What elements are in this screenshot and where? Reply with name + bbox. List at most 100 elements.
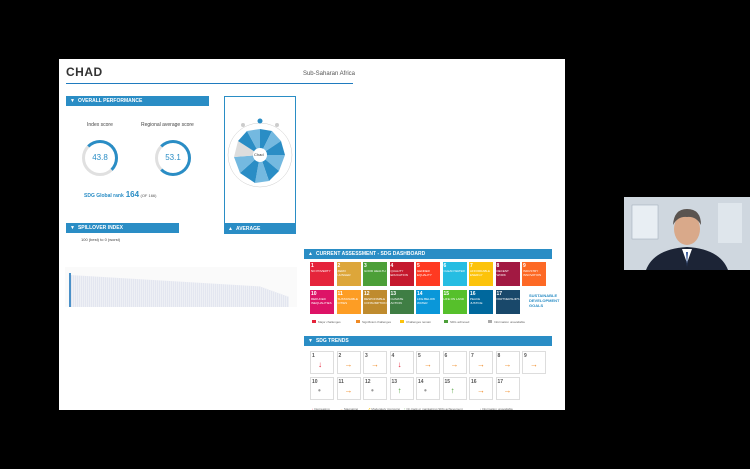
sdg-number: 8	[497, 353, 501, 359]
spillover-bar	[171, 281, 173, 307]
spillover-bar	[137, 279, 139, 307]
trend-arrow-icon: →	[371, 360, 379, 369]
presentation-slide: CHAD Sub-Saharan Africa ▼ OVERALL PERFORM…	[59, 59, 565, 410]
trend-tile-6[interactable]: 6 →	[442, 351, 467, 374]
triangle-down-icon: ▼	[70, 225, 75, 231]
sdg-tile-1[interactable]: 1 NO POVERTY	[310, 262, 334, 286]
sdg-number: 16	[471, 379, 477, 385]
sdg-number: 4	[391, 353, 395, 359]
spillover-subtitle: 100 (best) to 0 (worst)	[81, 237, 121, 242]
spillover-bar	[129, 278, 131, 307]
spillover-bar	[251, 285, 253, 307]
spillover-bar	[219, 284, 221, 307]
legend-item: Challenges remain	[400, 320, 431, 324]
trend-tile-11[interactable]: 11 →	[336, 377, 361, 400]
sdg-tile-15[interactable]: 15 LIFE ON LAND	[442, 290, 467, 314]
trend-arrow-icon: →	[477, 386, 485, 395]
trend-arrow-icon: →	[424, 360, 432, 369]
sdg-name: GOOD HEALTH	[364, 269, 386, 273]
trend-tile-2[interactable]: 2 →	[336, 351, 361, 374]
trend-tile-4[interactable]: 4 ↓	[389, 351, 414, 374]
trend-tile-1[interactable]: 1 ↓	[310, 351, 334, 374]
sdg-number: 3	[365, 353, 368, 359]
sdg-number: 5	[418, 353, 421, 359]
spillover-bar	[259, 286, 261, 307]
spillover-bar	[205, 283, 207, 307]
sdg-tile-16[interactable]: 16 PEACE JUSTICE	[469, 290, 493, 314]
sdg-tile-2[interactable]: 2 ZERO HUNGER	[336, 262, 361, 286]
country-title: CHAD	[66, 65, 103, 79]
sdg-tile-6[interactable]: 6 CLEAN WATER	[442, 262, 467, 286]
trend-tile-14[interactable]: 14 •	[416, 377, 440, 400]
sdg-tile-13[interactable]: 13 CLIMATE ACTION	[389, 290, 414, 314]
sdg-number: 10	[312, 379, 318, 385]
spillover-bar	[155, 280, 157, 307]
spillover-bar	[281, 294, 283, 307]
trend-arrow-icon: ↓	[397, 360, 402, 369]
trend-arrow-icon: →	[344, 386, 353, 395]
trend-tile-10[interactable]: 10 •	[310, 377, 334, 400]
trend-legend-item: ↓ Decreasing	[312, 407, 330, 410]
spillover-bar	[177, 281, 179, 307]
sdg-tile-14[interactable]: 14 LIFE BELOW WATER	[416, 290, 440, 314]
spillover-bar	[125, 278, 127, 307]
trend-tile-8[interactable]: 8 →	[495, 351, 520, 374]
spillover-bar	[239, 285, 241, 307]
sdg-number: 17	[497, 379, 504, 385]
sdg-name: DECENT WORK	[496, 269, 509, 277]
spillover-bar	[227, 284, 229, 307]
spillover-bar	[121, 278, 123, 307]
trend-arrow-icon: •	[318, 386, 321, 395]
sdg-tile-8[interactable]: 8 DECENT WORK	[495, 262, 520, 286]
sdg-tile-3[interactable]: 3 GOOD HEALTH	[363, 262, 387, 286]
trend-arrow-icon: →	[503, 386, 512, 395]
trend-tile-17[interactable]: 17 →	[495, 377, 520, 400]
sdg-tile-12[interactable]: 12 RESPONSIBLE CONSUMPTION	[363, 290, 387, 314]
trend-tile-15[interactable]: 15 ↑	[442, 377, 467, 400]
spillover-bar	[115, 277, 117, 307]
spillover-bar	[87, 276, 89, 307]
spillover-bar	[221, 284, 223, 307]
trend-tile-13[interactable]: 13 ↑	[389, 377, 414, 400]
spillover-bar	[261, 287, 263, 307]
spillover-bar	[217, 283, 219, 307]
triangle-up-icon: ▲	[228, 226, 233, 232]
legend-item: SDG achieved	[444, 320, 469, 324]
sdg-tile-5[interactable]: 5 GENDER EQUALITY	[416, 262, 440, 286]
sdg-tile-11[interactable]: 11 SUSTAINABLE CITIES	[336, 290, 361, 314]
spillover-bar	[183, 281, 185, 307]
sdg-tile-9[interactable]: 9 INDUSTRY INNOVATION	[522, 262, 546, 286]
sdg-radar-panel: Chad	[224, 96, 296, 224]
sdg-tile-10[interactable]: 10 REDUCED INEQUALITIES	[310, 290, 334, 314]
spillover-bar	[135, 278, 137, 307]
spillover-bar	[101, 276, 103, 307]
trend-tile-7[interactable]: 7 →	[469, 351, 493, 374]
spillover-bar	[229, 284, 231, 307]
sdg-tile-4[interactable]: 4 QUALITY EDUCATION	[389, 262, 414, 286]
trend-tile-16[interactable]: 16 →	[469, 377, 493, 400]
trend-tile-3[interactable]: 3 →	[363, 351, 387, 374]
spillover-bar	[123, 278, 125, 307]
spillover-bar	[89, 276, 91, 307]
spillover-bar	[159, 280, 161, 307]
spillover-bar	[91, 276, 93, 307]
spillover-bar	[237, 285, 239, 307]
trend-legend-item: ↗ Moderately improving	[368, 407, 401, 410]
sdg-tile-7[interactable]: 7 AFFORDABLE ENERGY	[469, 262, 493, 286]
sdg-name: PARTNERSHIPS	[496, 297, 520, 301]
trend-arrow-icon: →	[344, 360, 353, 369]
trend-tile-12[interactable]: 12 •	[363, 377, 387, 400]
sdg-name: RESPONSIBLE CONSUMPTION	[364, 297, 387, 305]
webcam-video-feed	[624, 197, 750, 270]
spillover-bar	[187, 282, 189, 307]
trend-tile-9[interactable]: 9 →	[522, 351, 546, 374]
title-divider	[66, 83, 353, 84]
spillover-bar	[119, 278, 121, 307]
sdg-number: 14	[418, 379, 424, 385]
sdg-name: PEACE JUSTICE	[470, 297, 483, 305]
spillover-bar	[83, 275, 85, 307]
sdg-number: 9	[524, 353, 527, 359]
sdg-number: 15	[444, 379, 451, 385]
sdg-tile-17[interactable]: 17 PARTNERSHIPS	[495, 290, 520, 314]
trend-tile-5[interactable]: 5 →	[416, 351, 440, 374]
